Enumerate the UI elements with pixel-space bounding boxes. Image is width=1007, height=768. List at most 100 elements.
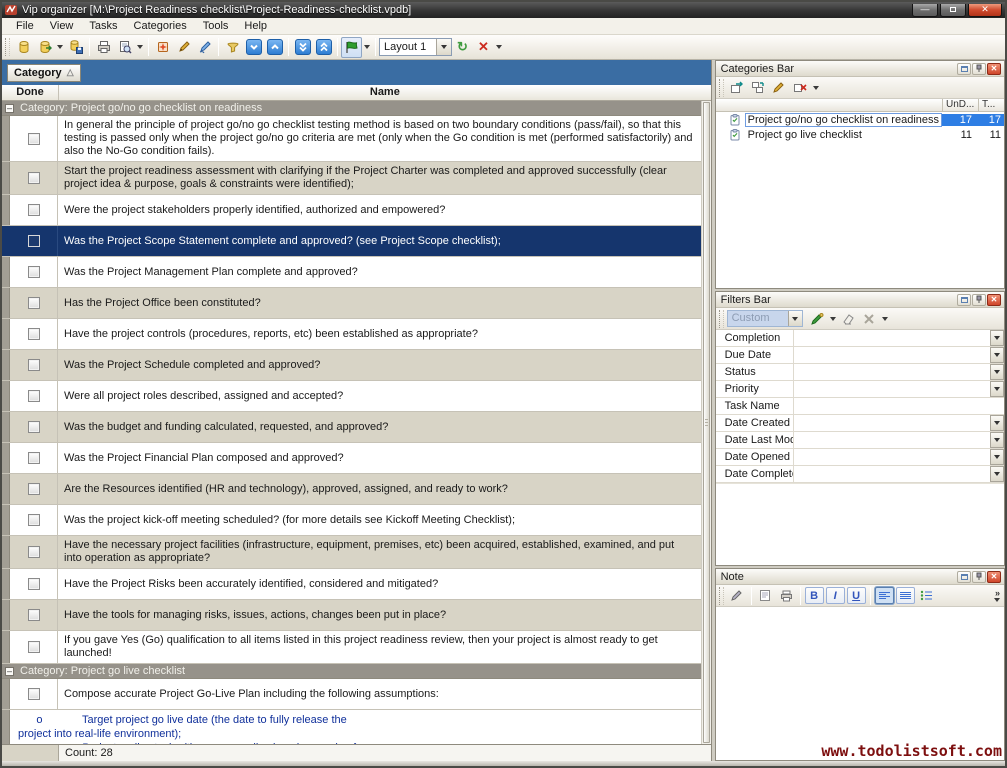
task-row[interactable]: Were all project roles described, assign… (2, 381, 701, 412)
menu-item-file[interactable]: File (8, 19, 42, 33)
clear-filter-button[interactable] (838, 308, 859, 329)
categories-close-button[interactable]: ✕ (987, 63, 1001, 75)
filter-dropdown-button[interactable] (990, 466, 1004, 482)
filter-value[interactable] (794, 449, 990, 465)
filter-dropdown-button[interactable] (990, 432, 1004, 448)
italic-button[interactable]: I (826, 587, 845, 604)
filter-button[interactable] (222, 37, 243, 58)
filter-dropdown-button[interactable] (990, 347, 1004, 363)
filters-restore-button[interactable] (957, 294, 971, 306)
edit-filter-caret[interactable] (830, 317, 836, 321)
done-checkbox[interactable] (28, 297, 40, 309)
filter-dropdown-button[interactable] (990, 381, 1004, 397)
filter-dropdown-button[interactable] (990, 415, 1004, 431)
column-header-undone[interactable]: UnD... (942, 99, 978, 111)
note-content[interactable]: www.todolistsoft.com (716, 607, 1004, 760)
task-row[interactable]: Was the Project Management Plan complete… (2, 257, 701, 288)
delete-filter-button[interactable] (859, 308, 880, 329)
done-checkbox[interactable] (28, 133, 40, 145)
task-row[interactable]: Were the project stakeholders properly i… (2, 195, 701, 226)
filter-preset-caret[interactable] (788, 311, 802, 326)
category-item[interactable]: Project go/no go checklist on readiness … (716, 112, 1004, 127)
bold-button[interactable]: B (805, 587, 824, 604)
scrollbar-thumb[interactable] (703, 102, 710, 743)
flag-filter-toggle[interactable] (341, 37, 362, 58)
menu-item-help[interactable]: Help (236, 19, 275, 33)
move-task-bottom-button[interactable] (292, 37, 313, 58)
menu-item-categories[interactable]: Categories (126, 19, 195, 33)
task-row[interactable]: Are the Resources identified (HR and tec… (2, 474, 701, 505)
note-toolbar-overflow[interactable]: » (992, 589, 1002, 602)
done-checkbox[interactable] (28, 328, 40, 340)
done-checkbox[interactable] (28, 452, 40, 464)
category-item[interactable]: Project go live checklist 11 11 (716, 127, 1004, 142)
open-database-button[interactable] (34, 37, 55, 58)
task-row[interactable]: Was the Project Financial Plan composed … (2, 443, 701, 474)
toolbar-overflow-caret[interactable] (496, 45, 502, 49)
done-checkbox[interactable] (28, 421, 40, 433)
done-checkbox[interactable] (28, 578, 40, 590)
task-note-row[interactable]: o Target project go live date (the date … (2, 710, 701, 744)
done-checkbox[interactable] (28, 514, 40, 526)
note-page-button[interactable] (755, 585, 776, 606)
note-print-button[interactable] (776, 585, 797, 606)
menu-item-tools[interactable]: Tools (195, 19, 237, 33)
collapse-icon[interactable] (5, 104, 14, 113)
column-header-done[interactable]: Done (2, 85, 59, 100)
maximize-button[interactable] (940, 4, 966, 17)
done-checkbox[interactable] (28, 204, 40, 216)
column-header-total[interactable]: T... (978, 99, 1004, 111)
note-close-button[interactable]: ✕ (987, 571, 1001, 583)
filters-toolbar-grip[interactable] (719, 310, 724, 328)
task-row[interactable]: Have the Project Risks been accurately i… (2, 569, 701, 600)
categories-pin-button[interactable] (972, 63, 986, 75)
edit-task-button[interactable] (173, 37, 194, 58)
edit-category-button[interactable] (769, 77, 790, 98)
delete-layout-button[interactable]: ✕ (473, 37, 494, 58)
complete-task-button[interactable] (194, 37, 215, 58)
print-button[interactable] (93, 37, 114, 58)
filter-value[interactable] (794, 415, 990, 431)
done-checkbox[interactable] (28, 546, 40, 558)
filter-dropdown-button[interactable] (990, 449, 1004, 465)
edit-filter-button[interactable] (807, 308, 828, 329)
filter-dropdown-button[interactable] (990, 364, 1004, 380)
task-row[interactable]: Was the Project Schedule completed and a… (2, 350, 701, 381)
bullet-list-button[interactable] (917, 587, 936, 604)
filters-close-button[interactable]: ✕ (987, 294, 1001, 306)
add-category-button[interactable] (727, 77, 748, 98)
new-task-button[interactable] (152, 37, 173, 58)
menu-item-view[interactable]: View (42, 19, 82, 33)
done-checkbox[interactable] (28, 266, 40, 278)
filter-value[interactable] (794, 364, 990, 380)
categories-toolbar-caret[interactable] (813, 86, 819, 90)
delete-category-button[interactable] (790, 77, 811, 98)
task-row[interactable]: Was the project kick-off meeting schedul… (2, 505, 701, 536)
note-toolbar-grip[interactable] (719, 587, 724, 605)
filter-dropdown-button[interactable] (990, 330, 1004, 346)
filters-pin-button[interactable] (972, 294, 986, 306)
done-checkbox[interactable] (28, 172, 40, 184)
group-by-category-button[interactable]: Category △ (7, 64, 81, 82)
minimize-button[interactable]: — (912, 4, 938, 17)
note-pin-button[interactable] (972, 571, 986, 583)
toolbar-grip[interactable] (5, 38, 10, 56)
vertical-scrollbar[interactable] (701, 101, 711, 744)
add-subcategory-button[interactable] (748, 77, 769, 98)
task-row[interactable]: Have the project controls (procedures, r… (2, 319, 701, 350)
move-task-top-button[interactable] (313, 37, 334, 58)
task-row[interactable]: Was the Project Scope Statement complete… (2, 226, 701, 257)
collapse-icon[interactable] (5, 667, 14, 676)
filter-value[interactable] (794, 347, 990, 363)
filter-value[interactable] (794, 398, 1004, 414)
done-checkbox[interactable] (28, 641, 40, 653)
categories-toolbar-grip[interactable] (719, 79, 724, 97)
done-checkbox[interactable] (28, 359, 40, 371)
note-restore-button[interactable] (957, 571, 971, 583)
done-checkbox[interactable] (28, 235, 40, 247)
apply-layout-button[interactable]: ↻ (452, 37, 473, 58)
filter-preset-select[interactable]: Custom (727, 310, 803, 327)
task-row[interactable]: Was the budget and funding calculated, r… (2, 412, 701, 443)
save-database-button[interactable] (65, 37, 86, 58)
task-row[interactable]: Start the project readiness assessment w… (2, 162, 701, 195)
